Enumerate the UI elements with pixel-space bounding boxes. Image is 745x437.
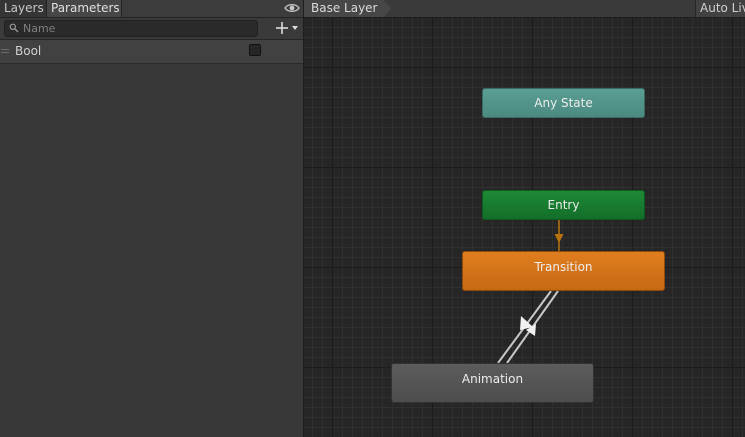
tab-parameters[interactable]: Parameters [47,0,122,17]
add-parameter-button[interactable] [275,21,301,35]
parameters-panel: Layers Parameters Name Bool [0,0,304,437]
parameter-name[interactable]: Bool [15,44,41,58]
tab-layers[interactable]: Layers [0,0,47,17]
state-any-state[interactable]: Any State [482,88,645,118]
search-icon [9,23,19,33]
animator-window: Layers Parameters Name Bool Base Layer A… [0,0,745,437]
parameter-row[interactable]: Bool [0,40,303,64]
search-field[interactable] [4,20,258,37]
plus-icon [276,22,288,34]
transition-animation-transitions[interactable] [497,290,559,364]
arrow-head-icon [554,234,564,243]
parameter-search-row [0,18,303,40]
entry-default-transition-arrow[interactable] [554,220,564,251]
dropdown-arrow-icon [292,26,298,30]
state-entry[interactable]: Entry [482,190,645,220]
eye-icon[interactable] [284,1,300,15]
search-input[interactable] [23,21,253,36]
panel-tab-bar: Layers Parameters [0,0,303,18]
state-animation[interactable]: Animation [391,363,594,403]
drag-handle-icon[interactable] [1,49,9,53]
state-transition[interactable]: Transition [462,251,665,291]
bool-toggle-checkbox[interactable] [249,44,261,56]
state-machine-graph[interactable]: Base Layer Auto Live Link Any State Entr… [304,0,745,437]
